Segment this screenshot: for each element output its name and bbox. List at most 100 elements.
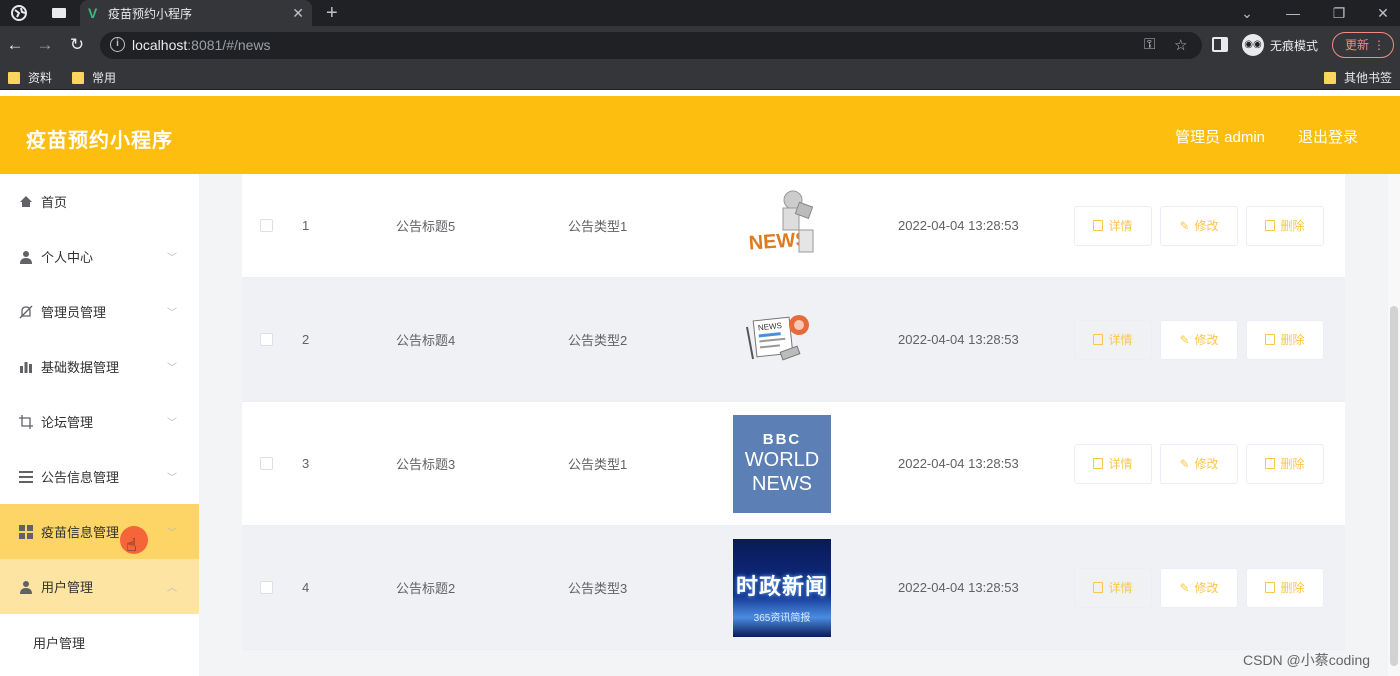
edit-button[interactable]: ✎ 修改 [1160, 319, 1238, 360]
pencil-icon: ✎ [1179, 218, 1190, 233]
chevron-down-icon: ﹀ [167, 363, 177, 374]
tab-search-icon[interactable] [48, 3, 70, 23]
row-checkbox[interactable] [260, 332, 273, 346]
new-tab-icon[interactable]: + [326, 2, 338, 24]
pencil-icon: ✎ [1179, 580, 1190, 595]
row-image: BBC WORLD NEWS [732, 402, 832, 525]
key-icon[interactable]: ⚿ [1144, 36, 1155, 53]
delete-button[interactable]: 删除 [1246, 443, 1324, 484]
trash-icon [1265, 334, 1276, 345]
user-icon [18, 579, 33, 594]
row-actions: 详情 ✎ 修改 删除 [1074, 174, 1324, 277]
browser-toolbar: ← → ↻ i localhost:8081/#/news ⚿ ☆ ◉◉ 无痕模… [0, 26, 1400, 64]
bookmarks-bar: 资料 常用 其他书签 [0, 64, 1400, 90]
other-bookmarks[interactable]: 其他书签 [1324, 69, 1392, 86]
tab-close-icon[interactable]: ✕ [292, 5, 304, 22]
bookmark-star-icon[interactable]: ☆ [1174, 36, 1187, 54]
sidebar-item-forum[interactable]: 论坛管理 ﹀ [0, 394, 199, 449]
globe-icon[interactable] [8, 3, 30, 23]
sidebar-item-home[interactable]: 首页 [0, 174, 199, 229]
app-header: 疫苗预约小程序 管理员 admin 退出登录 [0, 96, 1400, 174]
table-row: 1 公告标题5 公告类型1 NEWS 2022-04-04 13:28:53 详… [242, 174, 1345, 278]
sidebar-menu: 首页 个人中心 ﹀ 管理员管理 ﹀ 基础数据管理 ﹀ 论坛管理 ﹀ 公告信息管理… [0, 174, 199, 676]
sidebar-item-vaccine[interactable]: 疫苗信息管理 ﹀ [0, 504, 199, 559]
tab-list-chevron-icon[interactable]: ⌄ [1224, 0, 1270, 26]
document-icon [1093, 458, 1104, 469]
active-tab[interactable]: V 疫苗预约小程序 ✕ [80, 0, 312, 26]
detail-button[interactable]: 详情 [1074, 443, 1152, 484]
back-icon[interactable]: ← [4, 34, 26, 56]
incognito-label: 无痕模式 [1270, 39, 1319, 53]
delete-button[interactable]: 删除 [1246, 567, 1324, 608]
crop-icon [18, 414, 33, 429]
bookmark-folder-changyong[interactable]: 常用 [72, 69, 116, 86]
watermark: CSDN @小蔡coding [1243, 652, 1371, 668]
tab-title: 疫苗预约小程序 [108, 6, 193, 21]
news-3d-thumbnail: NEWS [733, 186, 831, 266]
restore-icon[interactable]: ❐ [1316, 0, 1362, 26]
side-panel-icon[interactable] [1212, 37, 1228, 52]
submenu-item-user-management[interactable]: 用户管理 [0, 614, 199, 670]
trash-icon [1265, 220, 1276, 231]
trash-icon [1265, 458, 1276, 469]
page-scrollbar[interactable] [1388, 174, 1400, 676]
chevron-down-icon: ﹀ [167, 253, 177, 264]
forward-icon[interactable]: → [34, 34, 56, 56]
row-image: 时政新闻 365资讯简报 [732, 526, 832, 649]
row-image: NEWS [732, 174, 832, 277]
row-actions: 详情 ✎ 修改 删除 [1074, 526, 1324, 649]
sidebar-item-announcement[interactable]: 公告信息管理 ﹀ [0, 449, 199, 504]
row-image: NEWS [732, 278, 832, 401]
home-icon [18, 194, 33, 209]
sidebar-item-user-management[interactable]: 用户管理 ︿ [0, 559, 199, 614]
document-icon [1093, 334, 1104, 345]
site-info-icon[interactable]: i [110, 37, 125, 52]
table-row: 3 公告标题3 公告类型1 BBC WORLD NEWS 2022-04-04 … [242, 402, 1345, 526]
bar-chart-icon [18, 359, 33, 374]
logout-link[interactable]: 退出登录 [1298, 126, 1358, 147]
hand-cursor-icon: ☝ [126, 535, 137, 555]
incognito-icon[interactable]: ◉◉ [1242, 34, 1264, 56]
detail-button[interactable]: 详情 [1074, 205, 1152, 246]
chevron-down-icon: ﹀ [167, 528, 177, 539]
news-table: 1 公告标题5 公告类型1 NEWS 2022-04-04 13:28:53 详… [242, 174, 1345, 650]
edit-button[interactable]: ✎ 修改 [1160, 567, 1238, 608]
row-checkbox[interactable] [260, 218, 273, 232]
row-index: 3 [302, 456, 310, 471]
row-time: 2022-04-04 13:28:53 [898, 332, 1019, 347]
bbc-world-news-thumbnail: BBC WORLD NEWS [733, 414, 831, 513]
bookmark-folder-ziliao[interactable]: 资料 [8, 69, 52, 86]
reload-icon[interactable]: ↻ [66, 34, 88, 56]
minimize-icon[interactable]: — [1270, 0, 1316, 26]
shizheng-news-thumbnail: 时政新闻 365资讯简报 [733, 538, 831, 637]
update-button[interactable]: 更新 ⋮ [1332, 32, 1394, 58]
app-title: 疫苗预约小程序 [26, 130, 173, 152]
row-time: 2022-04-04 13:28:53 [898, 456, 1019, 471]
pencil-icon: ✎ [1179, 456, 1190, 471]
edit-button[interactable]: ✎ 修改 [1160, 205, 1238, 246]
delete-button[interactable]: 删除 [1246, 205, 1324, 246]
row-type: 公告类型1 [568, 457, 628, 472]
chevron-down-icon: ﹀ [167, 308, 177, 319]
scrollbar-thumb[interactable] [1390, 306, 1398, 666]
delete-button[interactable]: 删除 [1246, 319, 1324, 360]
window-close-icon[interactable]: ✕ [1360, 0, 1400, 26]
document-icon [1093, 582, 1104, 593]
row-checkbox[interactable] [260, 456, 273, 470]
row-checkbox[interactable] [260, 580, 273, 594]
detail-button[interactable]: 详情 [1074, 319, 1152, 360]
vue-favicon-icon: V [88, 5, 98, 21]
detail-button[interactable]: 详情 [1074, 567, 1152, 608]
row-index: 1 [302, 218, 310, 233]
row-type: 公告类型1 [568, 219, 628, 234]
table-row: 2 公告标题4 公告类型2 NEWS 2022-04-04 13:28:53 详… [242, 278, 1345, 402]
sidebar-item-basic-data[interactable]: 基础数据管理 ﹀ [0, 339, 199, 394]
sidebar-item-admin-management[interactable]: 管理员管理 ﹀ [0, 284, 199, 339]
url-text: localhost:8081/#/news [132, 37, 271, 53]
address-bar[interactable]: i localhost:8081/#/news ⚿ ☆ [100, 32, 1202, 59]
folder-icon [8, 71, 20, 84]
menu-icon [18, 469, 33, 484]
edit-button[interactable]: ✎ 修改 [1160, 443, 1238, 484]
document-icon [1093, 220, 1104, 231]
sidebar-item-personal-center[interactable]: 个人中心 ﹀ [0, 229, 199, 284]
